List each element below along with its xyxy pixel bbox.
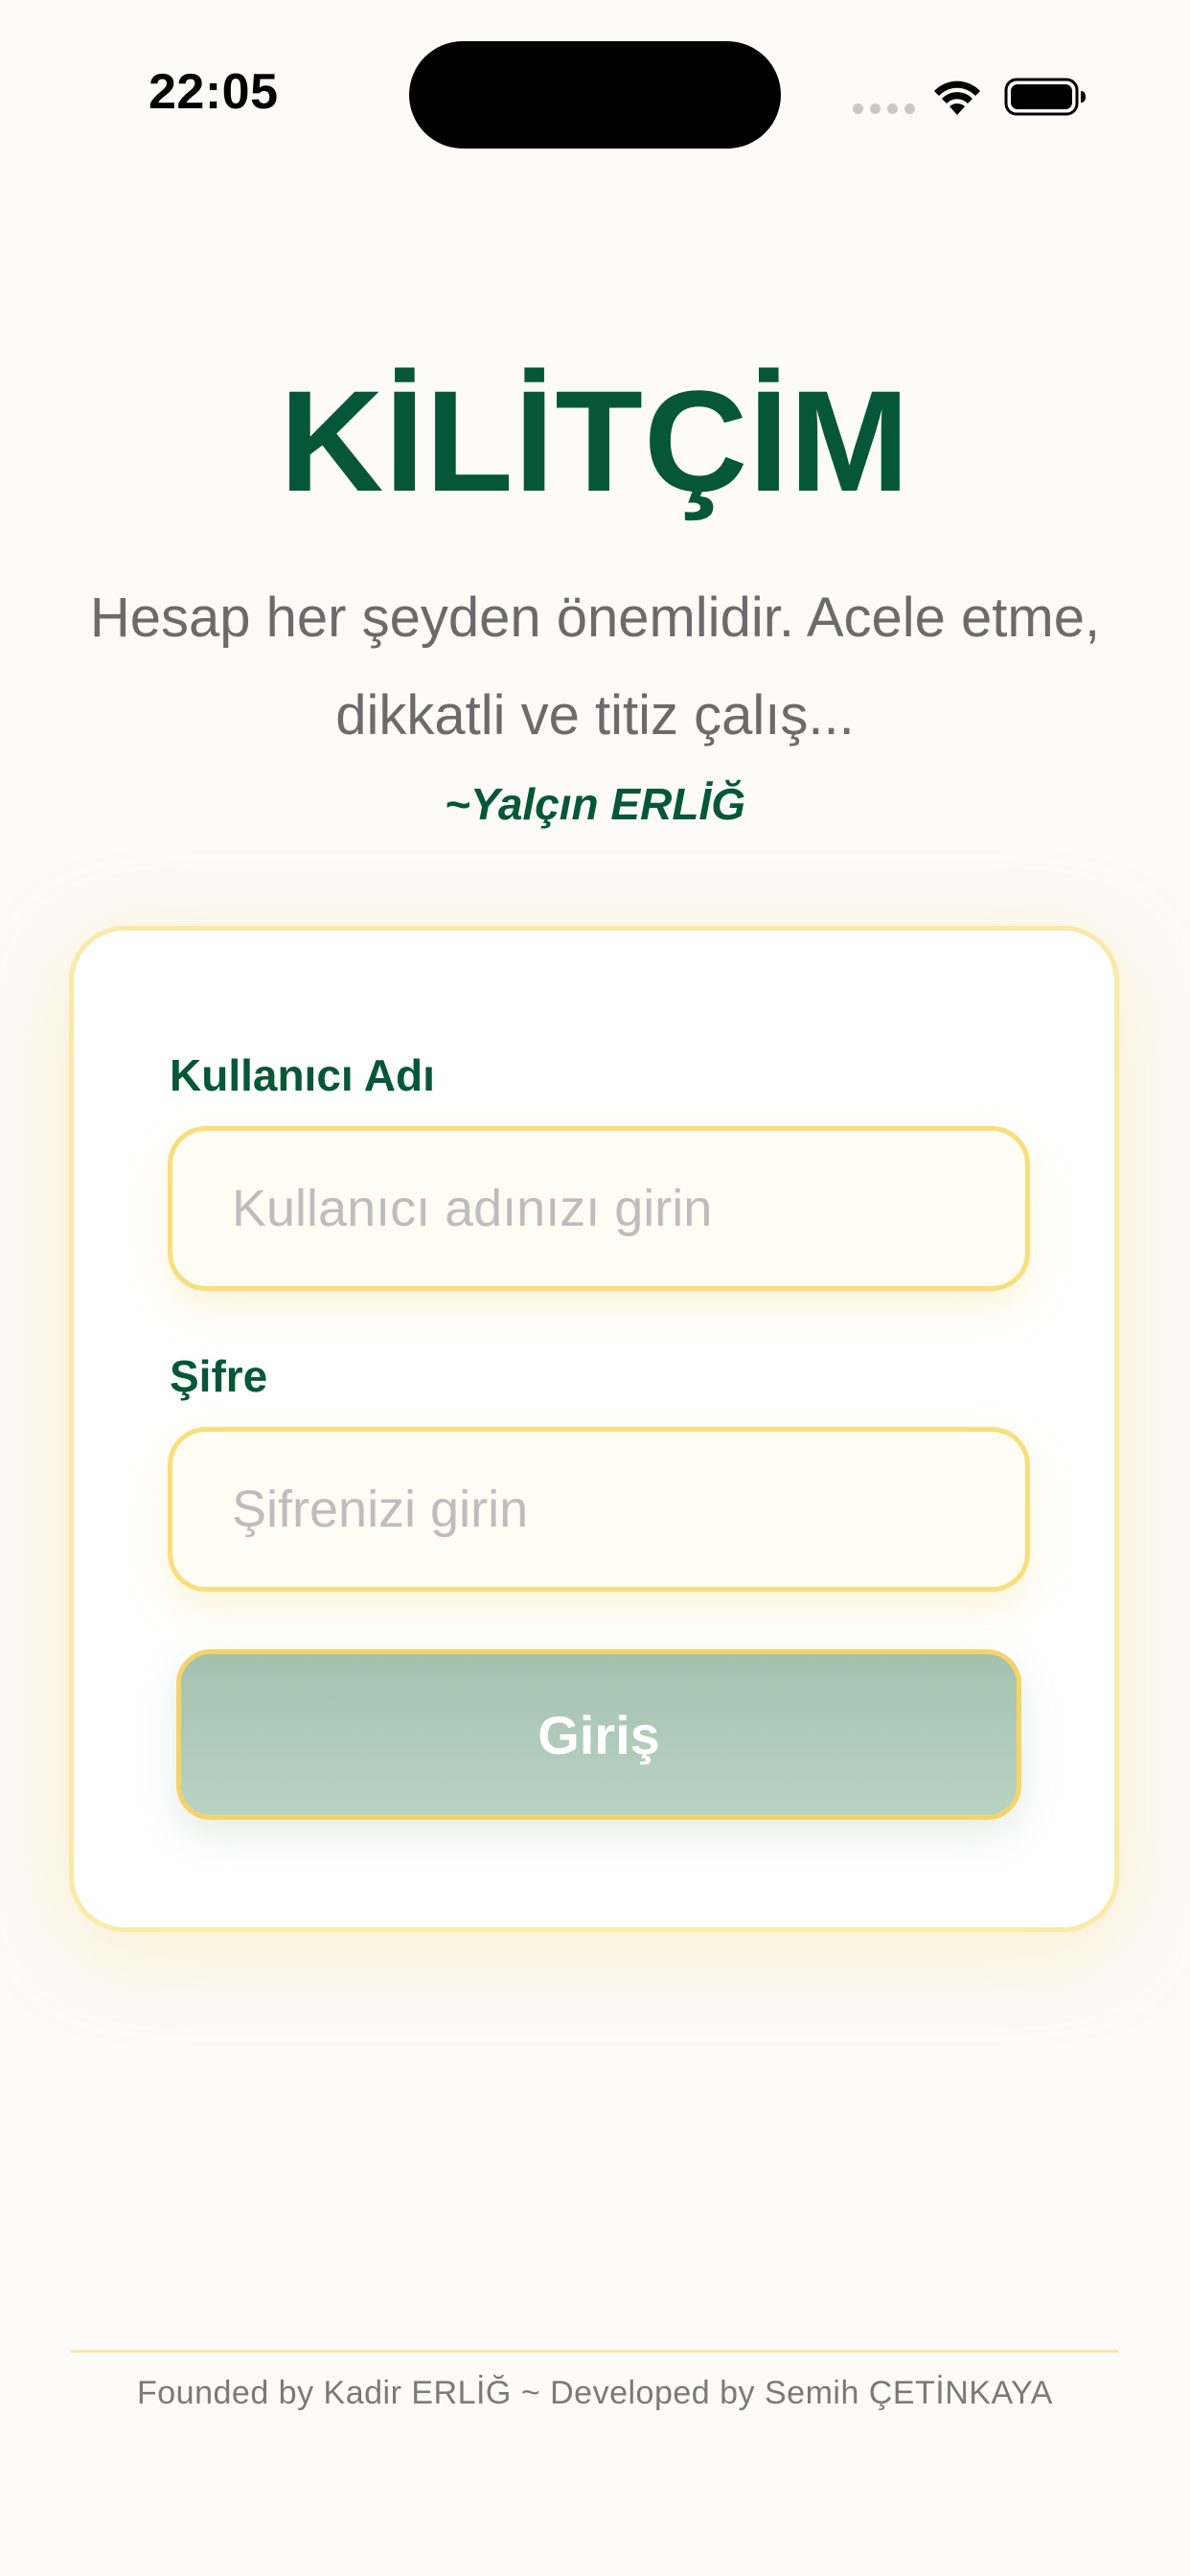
footer-credits: Founded by Kadir ERLİĞ ~ Developed by Se…: [137, 2375, 1053, 2411]
login-button[interactable]: Giriş: [176, 1649, 1021, 1820]
status-time: 22:05: [149, 64, 279, 120]
app-title: KİLİTÇİM: [280, 360, 910, 521]
login-screen: 22:05 KİLİTÇİM Hesap her şeyden önemlidi…: [0, 0, 1190, 2576]
wifi-icon: [934, 80, 980, 115]
password-label: Şifre: [170, 1351, 268, 1401]
password-input[interactable]: [168, 1427, 1030, 1592]
battery-icon: [1004, 78, 1086, 116]
quote-text: Hesap her şeyden önemlidir. Acele etme, …: [89, 586, 1101, 747]
username-input[interactable]: [168, 1126, 1030, 1291]
cellular-signal-icon: [853, 104, 915, 114]
login-card: Kullanıcı Adı Şifre Giriş: [69, 926, 1119, 1932]
dynamic-island: [409, 41, 781, 149]
footer-divider: [71, 2350, 1119, 2353]
quote-author: ~Yalçın ERLİĞ: [444, 779, 745, 829]
username-label: Kullanıcı Adı: [170, 1050, 435, 1100]
